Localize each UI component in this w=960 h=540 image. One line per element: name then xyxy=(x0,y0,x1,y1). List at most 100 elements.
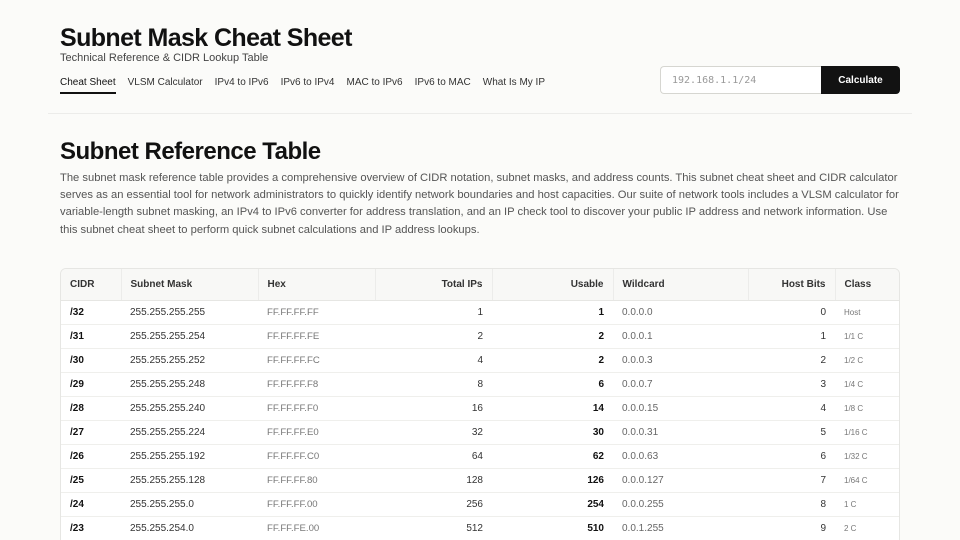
cell-subnet-mask: 255.255.255.255 xyxy=(121,300,258,325)
cell-host-bits: 5 xyxy=(748,420,835,445)
section-title: Subnet Reference Table xyxy=(60,138,321,165)
cell-total-ips: 8 xyxy=(375,372,492,397)
ip-search: Calculate xyxy=(660,66,900,94)
cell-usable: 14 xyxy=(492,396,613,421)
cell-cidr: /29 xyxy=(61,372,121,397)
cell-wildcard: 0.0.0.255 xyxy=(613,492,748,517)
cell-class: 1 C xyxy=(835,492,899,517)
table-row: /25 255.255.255.128 FF.FF.FF.80 128 126 0.0.0… xyxy=(61,468,899,493)
cell-host-bits: 7 xyxy=(748,468,835,493)
nav-ipv6-to-ipv4[interactable]: IPv6 to IPv4 xyxy=(281,77,335,94)
cell-class: 1/8 C xyxy=(835,396,899,421)
cell-class: 2 C xyxy=(835,516,899,540)
cell-usable: 30 xyxy=(492,420,613,445)
cell-host-bits: 4 xyxy=(748,396,835,421)
cell-subnet-mask: 255.255.255.224 xyxy=(121,420,258,445)
cell-wildcard: 0.0.0.3 xyxy=(613,348,748,373)
cell-total-ips: 32 xyxy=(375,420,492,445)
cell-host-bits: 9 xyxy=(748,516,835,540)
cell-total-ips: 16 xyxy=(375,396,492,421)
cell-total-ips: 256 xyxy=(375,492,492,517)
cell-hex: FF.FF.FE.00 xyxy=(258,516,375,540)
nav-mac-to-ipv6[interactable]: MAC to IPv6 xyxy=(346,77,402,94)
cell-class: 1/64 C xyxy=(835,468,899,493)
site-title: Subnet Mask Cheat Sheet xyxy=(60,24,352,52)
cell-hex: FF.FF.FF.E0 xyxy=(258,420,375,445)
main-nav: Cheat Sheet VLSM Calculator IPv4 to IPv6… xyxy=(60,77,545,94)
cell-hex: FF.FF.FF.FE xyxy=(258,324,375,349)
cell-cidr: /31 xyxy=(61,324,121,349)
cell-wildcard: 0.0.0.15 xyxy=(613,396,748,421)
cell-host-bits: 3 xyxy=(748,372,835,397)
nav-ipv4-to-ipv6[interactable]: IPv4 to IPv6 xyxy=(215,77,269,94)
cell-total-ips: 4 xyxy=(375,348,492,373)
nav-what-is-my-ip[interactable]: What Is My IP xyxy=(483,77,545,94)
cell-total-ips: 64 xyxy=(375,444,492,469)
cell-usable: 2 xyxy=(492,324,613,349)
cell-host-bits: 8 xyxy=(748,492,835,517)
cell-wildcard: 0.0.0.31 xyxy=(613,420,748,445)
nav-vlsm-calculator[interactable]: VLSM Calculator xyxy=(128,77,203,94)
cell-total-ips: 1 xyxy=(375,300,492,325)
cell-hex: FF.FF.FF.FF xyxy=(258,300,375,325)
table-body: /32 255.255.255.255 FF.FF.FF.FF 1 1 0.0.0.0 0 H… xyxy=(61,300,899,540)
cell-hex: FF.FF.FF.C0 xyxy=(258,444,375,469)
cell-wildcard: 0.0.0.63 xyxy=(613,444,748,469)
table-header-row: CIDR Subnet Mask Hex Total IPs Usable Wi… xyxy=(61,269,899,301)
cell-class: 1/16 C xyxy=(835,420,899,445)
table-row: /29 255.255.255.248 FF.FF.FF.F8 8 6 0.0.0.7 3 1… xyxy=(61,372,899,397)
cell-usable: 126 xyxy=(492,468,613,493)
cell-class: Host xyxy=(835,300,899,325)
cell-usable: 254 xyxy=(492,492,613,517)
cell-total-ips: 128 xyxy=(375,468,492,493)
cell-host-bits: 6 xyxy=(748,444,835,469)
cell-usable: 2 xyxy=(492,348,613,373)
col-wildcard: Wildcard xyxy=(613,269,749,301)
cell-subnet-mask: 255.255.255.0 xyxy=(121,492,258,517)
cell-hex: FF.FF.FF.F8 xyxy=(258,372,375,397)
col-hex: Hex xyxy=(258,269,376,301)
cell-host-bits: 0 xyxy=(748,300,835,325)
col-usable: Usable xyxy=(492,269,614,301)
subnet-table-container[interactable]: CIDR Subnet Mask Hex Total IPs Usable Wi… xyxy=(60,268,900,540)
table-row: /32 255.255.255.255 FF.FF.FF.FF 1 1 0.0.0.0 0 H… xyxy=(61,300,899,325)
col-total-ips: Total IPs xyxy=(375,269,493,301)
cell-cidr: /28 xyxy=(61,396,121,421)
table-row: /28 255.255.255.240 FF.FF.FF.F0 16 14 0.0.0.1… xyxy=(61,396,899,421)
cell-cidr: /32 xyxy=(61,300,121,325)
nav-ipv6-to-mac[interactable]: IPv6 to MAC xyxy=(415,77,471,94)
cell-class: 1/4 C xyxy=(835,372,899,397)
nav-cheat-sheet[interactable]: Cheat Sheet xyxy=(60,77,116,94)
cell-cidr: /27 xyxy=(61,420,121,445)
cell-wildcard: 0.0.0.127 xyxy=(613,468,748,493)
cell-cidr: /30 xyxy=(61,348,121,373)
table-row: /31 255.255.255.254 FF.FF.FF.FE 2 2 0.0.0.1 1 1… xyxy=(61,324,899,349)
cell-class: 1/1 C xyxy=(835,324,899,349)
cell-hex: FF.FF.FF.00 xyxy=(258,492,375,517)
calculate-button[interactable]: Calculate xyxy=(821,66,900,94)
cell-hex: FF.FF.FF.80 xyxy=(258,468,375,493)
cell-usable: 6 xyxy=(492,372,613,397)
cell-subnet-mask: 255.255.254.0 xyxy=(121,516,258,540)
cell-class: 1/32 C xyxy=(835,444,899,469)
cell-subnet-mask: 255.255.255.252 xyxy=(121,348,258,373)
section-description: The subnet mask reference table provides… xyxy=(60,172,899,236)
cell-cidr: /24 xyxy=(61,492,121,517)
subnet-table: CIDR Subnet Mask Hex Total IPs Usable Wi… xyxy=(61,269,899,540)
col-class: Class xyxy=(835,269,899,301)
col-host-bits: Host Bits xyxy=(748,269,836,301)
header-divider xyxy=(48,113,912,114)
table-row: /30 255.255.255.252 FF.FF.FF.FC 4 2 0.0.0.3 2 1… xyxy=(61,348,899,373)
table-row: /23 255.255.254.0 FF.FF.FE.00 512 510 0.0.1.2… xyxy=(61,516,899,540)
site-subtitle: Technical Reference & CIDR Lookup Table xyxy=(60,52,269,64)
cell-wildcard: 0.0.0.7 xyxy=(613,372,748,397)
cell-usable: 62 xyxy=(492,444,613,469)
ip-input[interactable] xyxy=(660,66,821,94)
cell-hex: FF.FF.FF.F0 xyxy=(258,396,375,421)
cell-wildcard: 0.0.0.1 xyxy=(613,324,748,349)
cell-total-ips: 2 xyxy=(375,324,492,349)
cell-subnet-mask: 255.255.255.254 xyxy=(121,324,258,349)
cell-subnet-mask: 255.255.255.192 xyxy=(121,444,258,469)
cell-host-bits: 2 xyxy=(748,348,835,373)
table-row: /26 255.255.255.192 FF.FF.FF.C0 64 62 0.0.0.6… xyxy=(61,444,899,469)
